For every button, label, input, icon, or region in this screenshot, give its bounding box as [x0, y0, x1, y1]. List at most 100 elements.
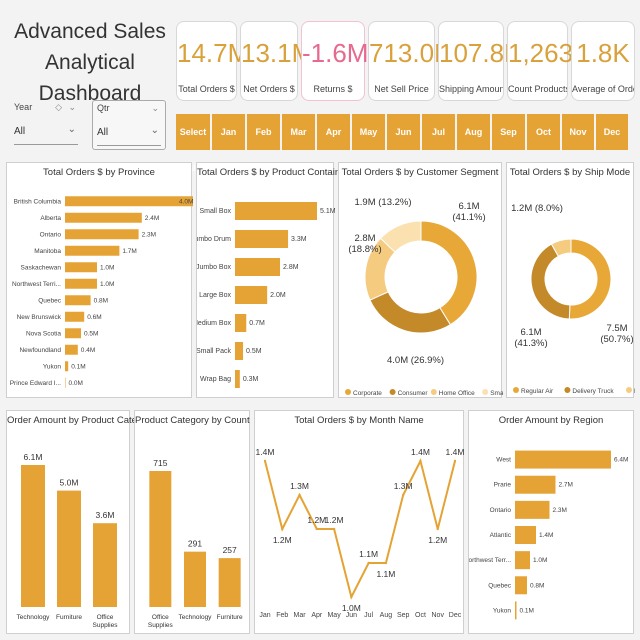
data-label: 0.4M — [81, 347, 95, 354]
category-label: Yukon — [43, 363, 61, 370]
data-label: 1.3M — [394, 481, 413, 491]
kpi-average-order[interactable]: 1.8K Average of Order ... — [571, 21, 635, 101]
shipmode-donut-chart: 7.5M (50.7%) 6.1M (41.3%) 1.2M (8.0%) Regular… — [511, 203, 635, 395]
container-bar-chart: Small Box 5.1M Jumbo Drum 3.3M Jumbo Box 2.8M… — [197, 202, 335, 388]
data-point — [298, 493, 301, 497]
bar — [235, 314, 247, 332]
month-button-aug[interactable]: Aug — [457, 114, 492, 150]
year-slicer[interactable]: Year ◇ ⌄ All ⌄ — [10, 100, 82, 150]
kpi-value: 713.0K — [369, 38, 452, 68]
kpi-value: 107.8K — [439, 38, 522, 68]
data-label: 1.3M — [290, 481, 309, 491]
category-label: Northwest Terr... — [469, 557, 511, 564]
kpi-value: 1.8K — [576, 38, 630, 68]
province-bar-chart: British Columbia 4.0M Alberta 2.4M Ontario 2.… — [10, 196, 193, 388]
kpi-label: Returns $ — [313, 84, 353, 94]
data-label: 6.1M — [24, 452, 43, 462]
x-tick-label: May — [327, 612, 341, 619]
month-button-may[interactable]: May — [352, 114, 387, 150]
month-button-oct[interactable]: Oct — [527, 114, 562, 150]
kpi-net-sell-price[interactable]: 713.0K Net Sell Price — [368, 21, 452, 101]
bar — [65, 262, 97, 273]
data-label: 5.1M — [320, 208, 335, 215]
data-point — [332, 527, 336, 531]
bar — [218, 558, 241, 607]
kpi-returns[interactable]: -1.6M Returns $ — [301, 21, 369, 101]
qtr-slicer-value[interactable]: All — [97, 127, 108, 138]
category-label: Prarie — [494, 482, 512, 489]
category-column-chart: 6.1M Technology 5.0M Furniture 3.6M Office Sup… — [17, 452, 119, 629]
kpi-value: 14.7M — [177, 38, 250, 68]
chevron-down-icon[interactable]: ⌄ — [68, 102, 76, 113]
bar — [235, 342, 244, 360]
bar — [65, 245, 120, 256]
category-label: Jumbo Box — [197, 264, 231, 271]
dashboard-title: Advanced Sales Analytical Dashboard — [8, 16, 172, 109]
kpi-net-orders[interactable]: 13.1M Net Orders $ — [240, 21, 313, 101]
data-label: 0.0M — [69, 380, 83, 387]
kpi-count-products[interactable]: 1,263 Count Products — [507, 21, 574, 101]
category-label: Quebec — [38, 297, 62, 304]
kpi-label: Count Products — [508, 84, 567, 94]
qtr-dropdown-chevron-icon[interactable]: ⌄ — [151, 125, 159, 136]
kpi-label: Average of Order ... — [572, 84, 634, 94]
data-label: 3.6M — [96, 510, 115, 520]
x-tick-label: Jun — [346, 612, 357, 619]
category-label: West — [496, 457, 511, 464]
chart-card-catcount: Product Category by Count 715 Office Suppl… — [134, 410, 250, 634]
month-button-feb[interactable]: Feb — [247, 114, 282, 150]
qtr-slicer-title: Qtr — [97, 103, 110, 113]
category-label: Furniture — [217, 614, 243, 621]
year-slicer-title: Year — [14, 102, 33, 112]
kpi-total-orders[interactable]: 14.7M Total Orders $ — [176, 21, 250, 101]
month-button-dec[interactable]: Dec — [596, 114, 628, 150]
year-slicer-value[interactable]: All — [14, 126, 25, 137]
data-label: 0.5M — [246, 348, 262, 355]
month-button-jan[interactable]: Jan — [212, 114, 247, 150]
data-label: 1.1M — [359, 549, 378, 559]
data-label: 2.7M — [559, 482, 573, 489]
month-button-nov[interactable]: Nov — [562, 114, 596, 150]
data-point — [419, 459, 422, 463]
legend-label: Consumer — [398, 390, 429, 397]
bar — [65, 212, 142, 223]
data-label: 1.4M — [446, 447, 465, 457]
bar — [515, 500, 550, 519]
bar — [65, 295, 91, 306]
bar — [65, 278, 97, 289]
month-button-mar[interactable]: Mar — [282, 114, 317, 150]
month-button-sep[interactable]: Sep — [492, 114, 527, 150]
catcount-column-chart: 715 Office Supplies 291 Technology 257 Furnitu… — [148, 458, 243, 629]
data-label: 1.2M — [307, 515, 326, 525]
category-label: New Brunswick — [17, 314, 62, 321]
data-label: 0.6M — [87, 314, 101, 321]
month-button-select-all[interactable]: Select all — [176, 114, 212, 173]
bar — [65, 328, 81, 339]
segment-donut-chart: 6.1M (41.1%) 4.0M (26.9%) 2.8M (18.8%) 1.9M (… — [345, 197, 503, 397]
kpi-value: 1,263 — [508, 38, 574, 68]
category-label: Large Box — [199, 292, 231, 299]
category-label: Atlantic — [490, 532, 512, 539]
year-dropdown-chevron-icon[interactable]: ⌄ — [68, 124, 76, 135]
qtr-slicer[interactable]: Qtr ⌄ All ⌄ — [92, 100, 166, 150]
kpi-shipping-amount[interactable]: 107.8K Shipping Amount — [438, 21, 522, 101]
category-label: Quebec — [488, 582, 512, 589]
chevron-down-icon[interactable]: ⌄ — [151, 103, 159, 114]
eraser-icon[interactable]: ◇ — [55, 102, 62, 113]
x-tick-label: Dec — [449, 612, 462, 619]
month-button-jul[interactable]: Jul — [422, 114, 457, 150]
category-label: Ontario — [490, 507, 512, 514]
bar — [515, 526, 536, 544]
month-button-apr[interactable]: Apr — [317, 114, 352, 150]
data-label: 2.8M — [283, 264, 299, 271]
month-button-jun[interactable]: Jun — [387, 114, 422, 150]
kpi-value: -1.6M — [302, 38, 369, 68]
category-label: Technology — [17, 614, 51, 621]
data-point — [384, 561, 388, 565]
bar — [21, 465, 45, 607]
x-tick-label: Jul — [364, 612, 373, 619]
data-point — [453, 459, 457, 463]
bar — [149, 471, 172, 607]
data-label: 2.3M — [142, 231, 156, 238]
category-label: Small Box — [199, 208, 231, 215]
